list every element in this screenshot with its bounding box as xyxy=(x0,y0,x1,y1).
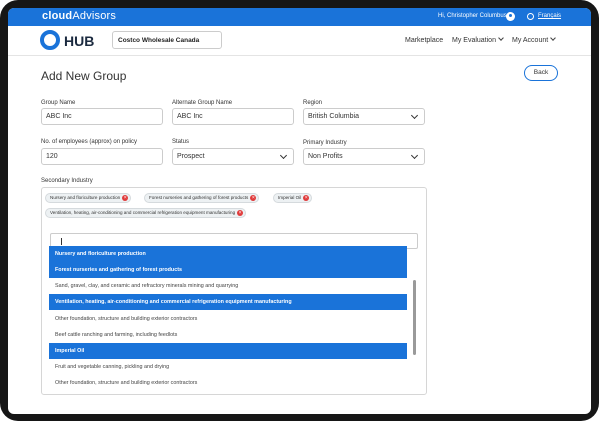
secondary-industry-label: Secondary Industry xyxy=(41,178,93,184)
chevron-down-icon xyxy=(498,35,504,41)
tag-label: Forest nurseries and gathering of forest… xyxy=(149,195,249,200)
status-label: Status xyxy=(172,139,190,145)
app-screen: cloudAdvisors Hi, Christopher Columbus F… xyxy=(8,8,591,414)
chevron-down-icon xyxy=(410,151,419,160)
hub-logo-icon[interactable] xyxy=(40,30,60,50)
brand-logo: cloudAdvisors xyxy=(42,10,116,22)
selected-tag: Ventilation, heating, air-conditioning a… xyxy=(45,208,247,218)
alt-group-name-input[interactable]: ABC Inc xyxy=(172,108,294,125)
tag-label: Ventilation, heating, air-conditioning a… xyxy=(50,210,236,215)
company-selector[interactable]: Costco Wholesale Canada xyxy=(112,31,222,49)
hub-logo-text[interactable]: HUB xyxy=(64,33,94,49)
nav-my-account[interactable]: My Account xyxy=(512,35,557,44)
device-frame: cloudAdvisors Hi, Christopher Columbus F… xyxy=(0,0,599,421)
brand-part-cloud: cloud xyxy=(42,10,73,22)
language-link[interactable]: Français xyxy=(538,13,561,19)
region-label: Region xyxy=(303,100,323,106)
dropdown-option[interactable]: Imperial Oil xyxy=(49,343,407,359)
selected-tag: Imperial Oil × xyxy=(273,193,313,203)
chevron-down-icon xyxy=(550,35,557,41)
employees-input[interactable]: 120 xyxy=(41,148,163,165)
nav-my-evaluation[interactable]: My Evaluation xyxy=(452,35,504,44)
employees-label: No. of employees (approx) on policy xyxy=(41,139,138,145)
alt-group-name-label: Alternate Group Name xyxy=(172,100,233,106)
dropdown-option[interactable]: Sand, gravel, clay, and ceramic and refr… xyxy=(49,278,407,294)
main-nav: HUB Costco Wholesale Canada Marketplace … xyxy=(8,26,591,56)
greeting-text: Hi, Christopher Columbus xyxy=(438,13,507,19)
region-value: British Columbia xyxy=(308,113,359,120)
status-select[interactable]: Prospect xyxy=(172,148,294,165)
dropdown-option[interactable]: Forest nurseries and gathering of forest… xyxy=(49,262,407,278)
remove-tag-icon[interactable]: × xyxy=(122,195,129,201)
status-value: Prospect xyxy=(177,153,205,160)
tag-label: Nursery and floriculture production xyxy=(50,195,121,200)
dropdown-option[interactable]: Nursery and floriculture production xyxy=(49,246,407,262)
top-bar: cloudAdvisors Hi, Christopher Columbus F… xyxy=(8,8,591,26)
chevron-down-icon xyxy=(410,111,419,120)
nav-my-evaluation-label: My Evaluation xyxy=(452,37,496,44)
page-title: Add New Group xyxy=(41,69,127,83)
dropdown-option[interactable]: Other foundation, structure and building… xyxy=(49,375,407,391)
primary-industry-select[interactable]: Non Profits xyxy=(303,148,425,165)
nav-marketplace[interactable]: Marketplace xyxy=(405,37,443,44)
user-icon[interactable] xyxy=(506,12,515,21)
dropdown-option[interactable]: Fruit and vegetable canning, pickling an… xyxy=(49,359,407,375)
chevron-down-icon xyxy=(279,151,288,160)
tag-label: Imperial Oil xyxy=(278,195,302,200)
region-select[interactable]: British Columbia xyxy=(303,108,425,125)
group-name-label: Group Name xyxy=(41,100,76,106)
group-name-input[interactable]: ABC Inc xyxy=(41,108,163,125)
dropdown-option[interactable]: Other foundation, structure and building… xyxy=(49,311,407,327)
primary-industry-value: Non Profits xyxy=(308,153,343,160)
primary-industry-label: Primary Industry xyxy=(303,140,347,146)
globe-icon xyxy=(527,13,534,20)
remove-tag-icon[interactable]: × xyxy=(303,195,310,201)
nav-marketplace-label: Marketplace xyxy=(405,37,444,44)
remove-tag-icon[interactable]: × xyxy=(250,195,257,201)
selected-tag: Forest nurseries and gathering of forest… xyxy=(144,193,260,203)
text-caret xyxy=(61,238,62,245)
dropdown-scrollbar[interactable] xyxy=(413,280,416,355)
back-button[interactable]: Back xyxy=(524,65,558,81)
selected-tag: Nursery and floriculture production × xyxy=(45,193,132,203)
dropdown-option[interactable]: Beef cattle ranching and farming, includ… xyxy=(49,327,407,343)
brand-part-advisors: Advisors xyxy=(72,10,117,22)
nav-my-account-label: My Account xyxy=(512,37,549,44)
remove-tag-icon[interactable]: × xyxy=(237,210,244,216)
dropdown-option[interactable]: Ventilation, heating, air-conditioning a… xyxy=(49,294,407,310)
